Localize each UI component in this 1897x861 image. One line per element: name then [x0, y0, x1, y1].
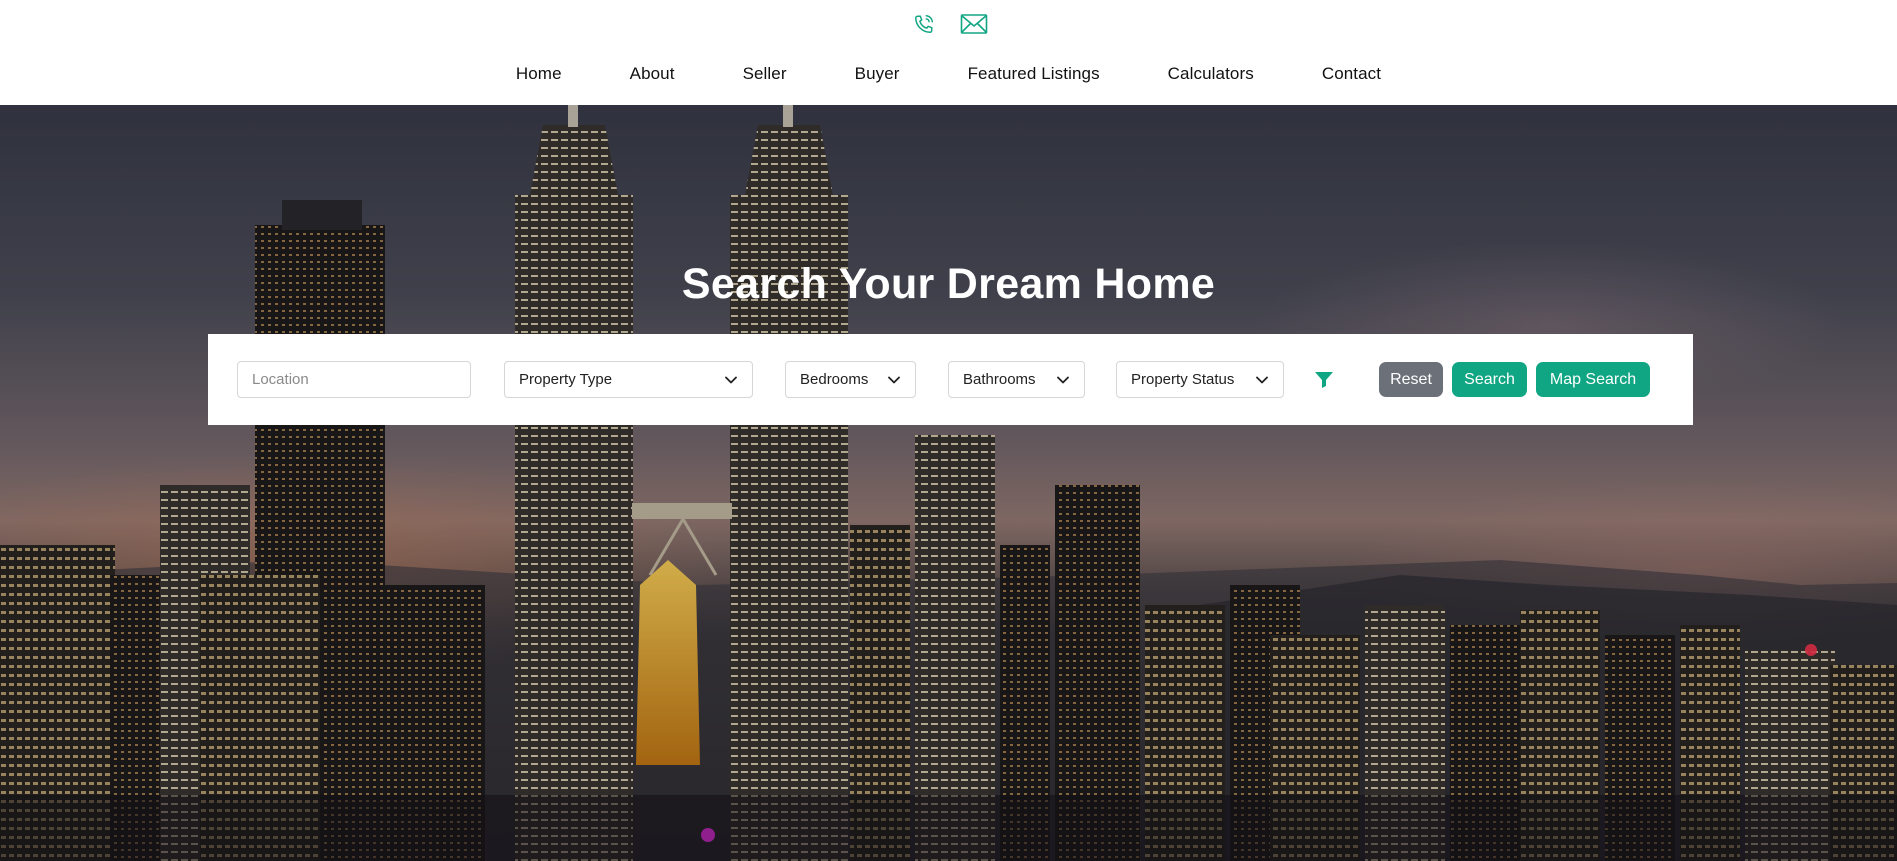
nav-featured-listings[interactable]: Featured Listings: [934, 62, 1134, 86]
nav-about[interactable]: About: [596, 62, 709, 86]
contact-icons: [0, 12, 1897, 36]
filter-icon[interactable]: [1313, 369, 1335, 391]
nav-seller[interactable]: Seller: [709, 62, 821, 86]
property-status-dropdown[interactable]: Property Status: [1116, 361, 1284, 398]
nav-calculators[interactable]: Calculators: [1134, 62, 1288, 86]
site-header: Home About Seller Buyer Featured Listing…: [0, 0, 1897, 105]
property-type-label: Property Type: [519, 371, 613, 388]
nav-buyer[interactable]: Buyer: [821, 62, 934, 86]
location-field[interactable]: [237, 361, 471, 398]
chevron-down-icon: [724, 373, 738, 387]
main-nav: Home About Seller Buyer Featured Listing…: [0, 62, 1897, 86]
bedrooms-dropdown[interactable]: Bedrooms: [785, 361, 916, 398]
chevron-down-icon: [1255, 373, 1269, 387]
bathrooms-label: Bathrooms: [963, 371, 1036, 388]
chevron-down-icon: [1056, 373, 1070, 387]
property-status-label: Property Status: [1131, 371, 1235, 388]
nav-contact[interactable]: Contact: [1288, 62, 1415, 86]
map-search-button[interactable]: Map Search: [1536, 362, 1650, 397]
nav-home[interactable]: Home: [482, 62, 596, 86]
hero-overlay: [0, 105, 1897, 861]
phone-icon[interactable]: [908, 12, 940, 36]
location-input[interactable]: [252, 371, 456, 388]
chevron-down-icon: [887, 373, 901, 387]
search-button[interactable]: Search: [1452, 362, 1527, 397]
property-type-dropdown[interactable]: Property Type: [504, 361, 753, 398]
bedrooms-label: Bedrooms: [800, 371, 869, 388]
property-search-panel: Property Type Bedrooms Bathrooms Propert…: [208, 334, 1693, 425]
reset-button[interactable]: Reset: [1379, 362, 1443, 397]
hero-section: Search Your Dream Home Property Type Bed…: [0, 105, 1897, 861]
hero-title: Search Your Dream Home: [681, 260, 1216, 308]
bathrooms-dropdown[interactable]: Bathrooms: [948, 361, 1085, 398]
envelope-icon[interactable]: [958, 12, 990, 36]
